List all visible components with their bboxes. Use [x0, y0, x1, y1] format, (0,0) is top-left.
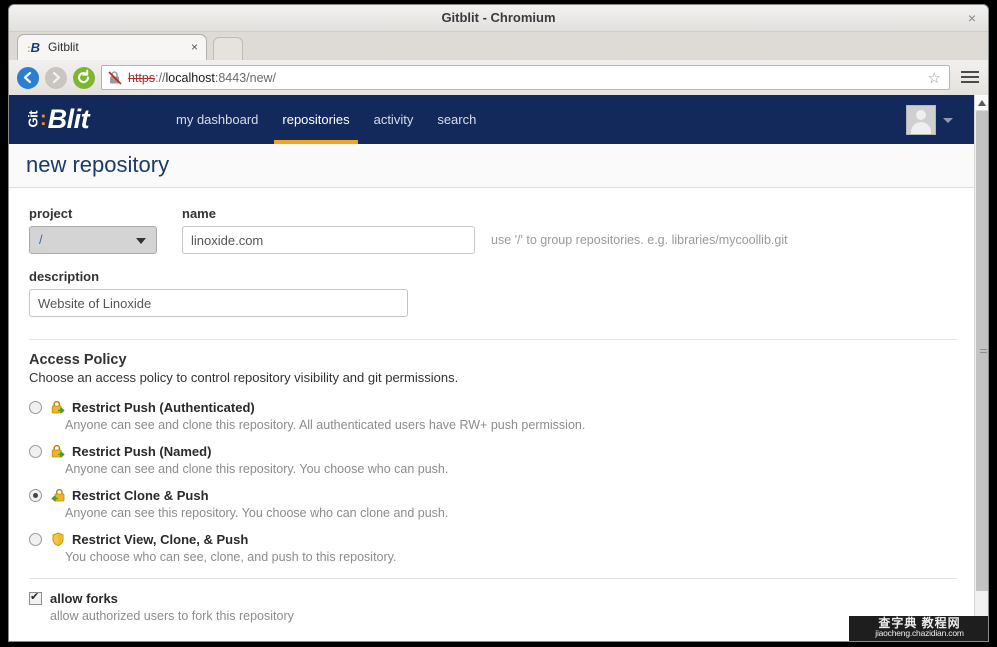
project-select-value: / [39, 232, 43, 247]
url-scheme: https [128, 71, 156, 85]
name-hint: use '/' to group repositories. e.g. libr… [491, 233, 788, 247]
browser-tab-close-icon[interactable]: × [191, 35, 198, 60]
name-field-group: name use '/' to group repositories. e.g.… [182, 206, 788, 254]
user-menu[interactable] [906, 105, 953, 135]
logo-blit-text: Blit [47, 103, 90, 134]
window-close-button[interactable]: × [968, 5, 976, 31]
option-title: Restrict Push (Named) [72, 443, 212, 459]
watermark-en: jiaocheng.chazidian.com [875, 628, 964, 638]
project-field-group: project / [29, 206, 161, 254]
option-title: Restrict Clone & Push [72, 487, 209, 503]
option-description: Anyone can see this repository. You choo… [65, 506, 449, 520]
divider [29, 339, 957, 340]
window-title: Gitblit - Chromium [441, 10, 556, 25]
back-arrow-icon [23, 71, 32, 84]
new-repository-form: project / name use '/' to group reposito… [9, 188, 975, 623]
logo-git-text: Git [25, 110, 41, 127]
new-tab-button[interactable] [213, 37, 243, 60]
option-description: Anyone can see and clone this repository… [65, 418, 586, 432]
scrollbar-up-arrow-icon[interactable] [975, 95, 988, 111]
project-select[interactable]: / [29, 226, 157, 254]
radio-restrict-push-authenticated[interactable] [29, 400, 42, 414]
divider [29, 578, 957, 579]
project-name-row: project / name use '/' to group reposito… [29, 206, 957, 254]
radio-restrict-clone-push[interactable] [29, 488, 42, 502]
browser-tab-title: Gitblit [48, 40, 79, 54]
gitblit-navbar: Git: Blit my dashboard repositories activ… [9, 95, 975, 144]
scrollbar-grip-icon [980, 347, 987, 355]
gitblit-main-menu: my dashboard repositories activity searc… [164, 95, 488, 144]
logo-colon: : [40, 107, 47, 130]
allow-forks-label: allow forks [50, 591, 118, 606]
radio-restrict-push-named[interactable] [29, 444, 42, 458]
browser-tabstrip: :B Gitblit × [9, 32, 988, 60]
forward-button[interactable] [45, 67, 67, 89]
project-label: project [29, 206, 73, 221]
browser-window: Gitblit - Chromium × :B Gitblit × https:… [8, 4, 989, 642]
name-input[interactable] [182, 226, 475, 254]
chevron-down-icon[interactable] [943, 117, 953, 123]
access-policy-option-restrict-view-clone-push[interactable]: Restrict View, Clone, & Push You choose … [29, 531, 957, 564]
access-policy-option-restrict-push-authenticated[interactable]: Restrict Push (Authenticated) Anyone can… [29, 399, 957, 432]
watermark: 查字典 教程网 jiaocheng.chazidian.com [849, 616, 988, 641]
allow-forks-checkbox[interactable] [29, 590, 42, 605]
browser-menu-icon[interactable] [960, 68, 980, 88]
option-description: You choose who can see, clone, and push … [65, 550, 397, 564]
gitblit-page: Git: Blit my dashboard repositories activ… [9, 95, 975, 641]
forward-arrow-icon [52, 71, 61, 84]
nav-item-my-dashboard[interactable]: my dashboard [164, 95, 270, 127]
page-scrollbar[interactable] [974, 95, 988, 641]
option-title: Restrict View, Clone, & Push [72, 531, 249, 547]
access-policy-option-restrict-clone-push[interactable]: Restrict Clone & Push Anyone can see thi… [29, 487, 957, 520]
description-field-group: description [29, 269, 957, 317]
reload-icon [78, 69, 90, 84]
nav-item-search[interactable]: search [425, 95, 488, 127]
access-policy-heading: Access Policy [29, 352, 127, 368]
window-titlebar: Gitblit - Chromium × [9, 5, 988, 32]
url-bar[interactable]: https://localhost:8443/new/ ☆ [101, 65, 950, 90]
url-text: https://localhost:8443/new/ [128, 66, 276, 90]
name-label: name [182, 206, 216, 221]
reload-button[interactable] [73, 67, 95, 89]
nav-item-activity[interactable]: activity [362, 95, 426, 127]
url-separator: :// [155, 71, 166, 85]
url-port-path: :8443/new/ [214, 71, 277, 85]
avatar [906, 105, 936, 135]
scrollbar-thumb[interactable] [976, 111, 988, 591]
back-button[interactable] [17, 67, 39, 89]
option-title: Restrict Push (Authenticated) [72, 399, 255, 415]
page-title: new repository [26, 152, 170, 177]
page-header: new repository [9, 144, 975, 188]
gitblit-favicon-icon: :B [27, 40, 41, 55]
insecure-lock-icon [108, 70, 122, 86]
nav-item-repositories[interactable]: repositories [270, 95, 361, 144]
page-viewport: Git: Blit my dashboard repositories activ… [9, 95, 988, 641]
url-host: localhost [165, 71, 215, 85]
gitblit-logo[interactable]: Git: Blit [25, 101, 90, 137]
allow-forks-group[interactable]: allow forks allow authorized users to fo… [29, 590, 957, 623]
access-policy-option-restrict-push-named[interactable]: Restrict Push (Named) Anyone can see and… [29, 443, 957, 476]
watermark-cn: 查字典 教程网 [878, 616, 961, 630]
shield-icon [50, 531, 66, 547]
lock-push-icon [50, 443, 66, 459]
browser-tab-gitblit[interactable]: :B Gitblit × [17, 34, 207, 60]
access-policy-description: Choose an access policy to control repos… [29, 370, 459, 385]
option-description: Anyone can see and clone this repository… [65, 462, 449, 476]
chevron-down-icon [136, 238, 146, 244]
radio-restrict-view-clone-push[interactable] [29, 532, 42, 546]
description-input[interactable] [29, 289, 408, 317]
lock-clone-push-icon [50, 487, 66, 503]
lock-push-icon [50, 399, 66, 415]
allow-forks-description: allow authorized users to fork this repo… [50, 609, 294, 623]
description-label: description [29, 269, 100, 284]
bookmark-star-icon[interactable]: ☆ [928, 69, 941, 87]
browser-toolbar: https://localhost:8443/new/ ☆ [9, 60, 988, 97]
